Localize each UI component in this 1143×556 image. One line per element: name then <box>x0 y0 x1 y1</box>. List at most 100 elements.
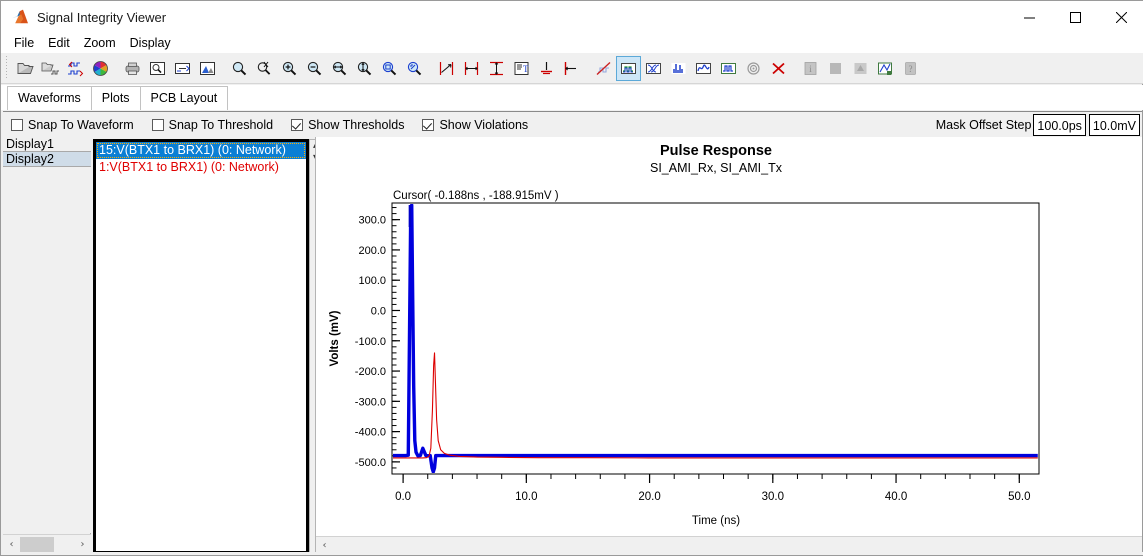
x-tick-label: 40.0 <box>885 491 907 503</box>
zoom-pointer-icon[interactable] <box>252 56 277 81</box>
target-plot-icon[interactable] <box>741 56 766 81</box>
measure-icon[interactable] <box>873 56 898 81</box>
y-tick-label: 200.0 <box>358 245 386 257</box>
series-line-1 <box>393 353 1038 458</box>
waveform-list-item-1[interactable]: 1:V(BTX1 to BRX1) (0: Network) <box>96 159 306 176</box>
display-scroll-track[interactable] <box>20 536 74 553</box>
plot-frame <box>392 203 1039 474</box>
horizontal-delta-icon[interactable] <box>459 56 484 81</box>
delete-plot-icon[interactable] <box>766 56 791 81</box>
help-icon[interactable]: ? <box>898 56 923 81</box>
display-list-panel: Display1 Display2 ‹ › <box>3 137 91 554</box>
vertical-delta-icon[interactable] <box>484 56 509 81</box>
minimize-button[interactable] <box>1006 1 1052 33</box>
waveform-list-item-15[interactable]: 15:V(BTX1 to BRX1) (0: Network) <box>96 142 306 159</box>
toolbar-separator <box>113 56 120 81</box>
zoom-vertical-icon[interactable] <box>352 56 377 81</box>
x-axis-label: Time (ns) <box>692 515 740 527</box>
display-list-item-1[interactable]: Display1 <box>3 137 91 152</box>
snap-to-threshold-checkbox[interactable]: Snap To Threshold <box>152 118 273 132</box>
menu-bar: File Edit Zoom Display <box>1 33 1143 53</box>
tab-pcb-layout[interactable]: PCB Layout <box>140 86 229 110</box>
open-circuit-icon[interactable] <box>38 56 63 81</box>
tab-plots[interactable]: Plots <box>91 86 141 110</box>
menu-file[interactable]: File <box>7 34 41 52</box>
open-folder-icon[interactable] <box>13 56 38 81</box>
snap-to-waveform-checkbox[interactable]: Snap To Waveform <box>11 118 134 132</box>
y-tick-label: -400.0 <box>355 427 386 439</box>
display-list: Display1 Display2 <box>3 137 91 533</box>
edit-circuit-icon[interactable] <box>63 56 88 81</box>
y-axis-label: Volts (mV) <box>329 310 341 366</box>
zoom-in-icon[interactable] <box>277 56 302 81</box>
page-setup-icon[interactable] <box>170 56 195 81</box>
zoom-reset-icon[interactable] <box>402 56 427 81</box>
snap-to-waveform-box[interactable] <box>11 119 23 131</box>
options-bar: Snap To Waveform Snap To Threshold Show … <box>3 111 1142 137</box>
show-thresholds-checkbox[interactable]: Show Thresholds <box>291 118 404 132</box>
plot-panel[interactable]: Pulse ResponseSI_AMI_Rx, SI_AMI_TxCursor… <box>315 137 1142 554</box>
menu-zoom[interactable]: Zoom <box>77 34 123 52</box>
zoom-fit-icon[interactable] <box>377 56 402 81</box>
y-tick-label: -500.0 <box>355 457 386 469</box>
snap-to-waveform-label: Snap To Waveform <box>28 118 134 132</box>
chart-subtitle: SI_AMI_Rx, SI_AMI_Tx <box>650 161 783 175</box>
print-preview-icon[interactable] <box>145 56 170 81</box>
mask-icon[interactable] <box>848 56 873 81</box>
no-cursor-icon[interactable] <box>591 56 616 81</box>
tab-waveforms[interactable]: Waveforms <box>7 86 92 110</box>
y-tick-label: 0.0 <box>371 305 386 317</box>
y-tick-label: -300.0 <box>355 396 386 408</box>
zoom-horizontal-icon[interactable] <box>327 56 352 81</box>
status-bar <box>1 552 1143 555</box>
slope-cursor-icon[interactable] <box>434 56 459 81</box>
toolbar-separator <box>584 56 591 81</box>
snap-to-threshold-label: Snap To Threshold <box>169 118 273 132</box>
display-list-item-2[interactable]: Display2 <box>3 152 91 167</box>
show-violations-box[interactable] <box>422 119 434 131</box>
pulse-response-icon[interactable] <box>716 56 741 81</box>
info-icon[interactable]: i <box>798 56 823 81</box>
x-tick-label: 30.0 <box>762 491 784 503</box>
signal-plot-icon[interactable] <box>691 56 716 81</box>
zoom-select-icon[interactable] <box>227 56 252 81</box>
mask-offset-time-field[interactable]: 100.0ps <box>1033 114 1085 136</box>
snap-to-threshold-box[interactable] <box>152 119 164 131</box>
color-wheel-icon[interactable] <box>88 56 113 81</box>
display-list-hscrollbar[interactable]: ‹ › <box>3 534 91 554</box>
close-button[interactable] <box>1098 1 1143 33</box>
x-tick-label: 20.0 <box>638 491 660 503</box>
scroll-left-arrow-icon[interactable]: ‹ <box>3 536 20 553</box>
menu-edit[interactable]: Edit <box>41 34 77 52</box>
show-thresholds-box[interactable] <box>291 119 303 131</box>
toolbar-grip[interactable] <box>3 56 11 80</box>
x-tick-label: 10.0 <box>515 491 537 503</box>
ground-marker-icon[interactable] <box>534 56 559 81</box>
waveform-view-icon[interactable] <box>616 56 641 81</box>
print-icon[interactable] <box>120 56 145 81</box>
maximize-icon <box>1070 12 1081 23</box>
x-tick-label: 0.0 <box>395 491 411 503</box>
text-annotation-icon[interactable]: T <box>509 56 534 81</box>
x-tick-label: 50.0 <box>1008 491 1030 503</box>
mask-offset-voltage-field[interactable]: 10.0mV <box>1089 114 1140 136</box>
show-thresholds-label: Show Thresholds <box>308 118 404 132</box>
maximize-button[interactable] <box>1052 1 1098 33</box>
show-violations-checkbox[interactable]: Show Violations <box>422 118 528 132</box>
zoom-out-icon[interactable] <box>302 56 327 81</box>
y-tick-label: -200.0 <box>355 366 386 378</box>
minimize-icon <box>1024 12 1035 23</box>
export-image-icon[interactable] <box>195 56 220 81</box>
left-marker-icon[interactable] <box>559 56 584 81</box>
scroll-right-arrow-icon[interactable]: › <box>74 536 91 553</box>
pulse-response-chart[interactable]: Pulse ResponseSI_AMI_Rx, SI_AMI_TxCursor… <box>316 137 1142 537</box>
toolbar-separator <box>791 56 798 81</box>
series-line-0 <box>393 205 1038 472</box>
display-scroll-thumb[interactable] <box>20 537 54 552</box>
toolbar: T i <box>1 53 1143 84</box>
stop-icon[interactable] <box>823 56 848 81</box>
menu-display[interactable]: Display <box>123 34 178 52</box>
y-tick-label: 300.0 <box>358 215 386 227</box>
bathtub-plot-icon[interactable] <box>666 56 691 81</box>
eye-diagram-icon[interactable] <box>641 56 666 81</box>
